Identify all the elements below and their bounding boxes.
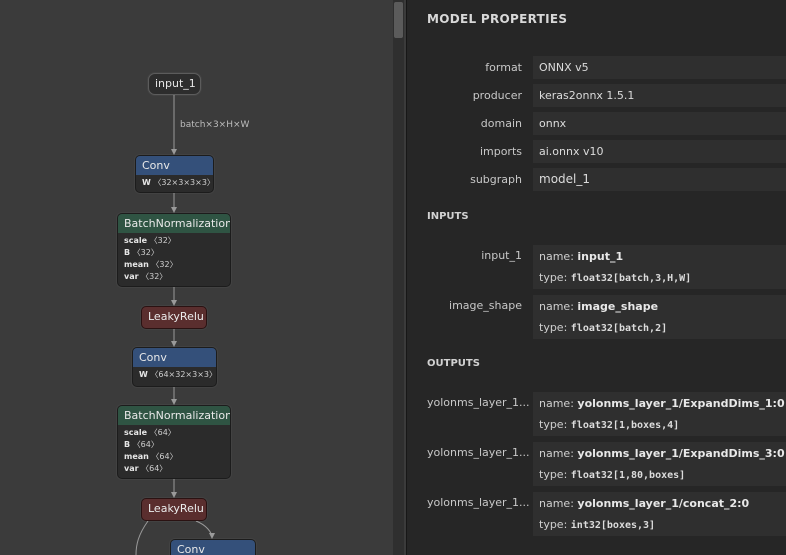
node-op-label: LeakyRelu	[148, 502, 204, 515]
node-op-label: Conv	[171, 540, 255, 555]
output-type-field[interactable]: type: float32[1,boxes,4]	[533, 413, 786, 436]
property-label-domain: domain	[480, 117, 522, 130]
property-label-producer: producer	[472, 89, 522, 102]
property-value-domain[interactable]: onnx	[533, 112, 786, 135]
panel-title: MODEL PROPERTIES	[427, 12, 568, 26]
conv-node-2[interactable]: Conv W 〈64×32×3×3〉	[132, 347, 217, 387]
output-type-field[interactable]: type: float32[1,80,boxes]	[533, 463, 786, 486]
output-name-field[interactable]: name: yolonms_layer_1/concat_2:0	[533, 492, 786, 515]
graph-input-node[interactable]: input_1	[148, 73, 201, 95]
graph-input-label: input_1	[155, 77, 196, 90]
input-label: input_1	[481, 249, 522, 262]
output-type-field[interactable]: type: int32[boxes,3]	[533, 513, 786, 536]
batchnorm-node[interactable]: BatchNormalization scale 〈32〉 B 〈32〉 mea…	[117, 213, 231, 287]
node-attrs: W 〈64×32×3×3〉	[139, 370, 217, 379]
input-name-field[interactable]: name: input_1	[533, 245, 786, 268]
batchnorm-node-2[interactable]: BatchNormalization scale 〈64〉 B 〈64〉 mea…	[117, 405, 231, 479]
leakyrelu-node-2[interactable]: LeakyRelu	[141, 498, 207, 521]
node-attrs: scale 〈64〉 B 〈64〉 mean 〈64〉 var 〈64〉	[124, 428, 178, 473]
node-op-label: BatchNormalization	[118, 214, 230, 233]
input-name-field[interactable]: name: image_shape	[533, 295, 786, 318]
output-label: yolonms_layer_1...	[427, 446, 530, 459]
graph-canvas[interactable]: input_1 batch×3×H×W Conv W 〈32×3×3×3〉 Ba…	[0, 0, 406, 555]
outputs-section-title: OUTPUTS	[427, 358, 480, 369]
property-value-format[interactable]: ONNX v5	[533, 56, 786, 79]
output-label: yolonms_layer_1...	[427, 396, 530, 409]
edge-relu-branch-left	[135, 520, 149, 555]
property-value-producer[interactable]: keras2onnx 1.5.1	[533, 84, 786, 107]
input-type-field[interactable]: type: float32[batch,3,H,W]	[533, 266, 786, 289]
property-label-format: format	[485, 61, 522, 74]
output-label: yolonms_layer_1...	[427, 496, 530, 509]
conv-node[interactable]: Conv W 〈32×3×3×3〉	[135, 155, 214, 193]
node-op-label: LeakyRelu	[148, 310, 204, 323]
model-properties-panel: MODEL PROPERTIES format ONNX v5 producer…	[406, 0, 786, 555]
node-op-label: Conv	[133, 348, 216, 367]
node-op-label: BatchNormalization	[118, 406, 230, 425]
property-value-imports[interactable]: ai.onnx v10	[533, 140, 786, 163]
input-label: image_shape	[449, 299, 522, 312]
output-name-field[interactable]: name: yolonms_layer_1/ExpandDims_1:0	[533, 392, 786, 415]
conv-node-3[interactable]: Conv	[170, 539, 256, 555]
node-op-label: Conv	[136, 156, 213, 175]
edge-relu-conv-3	[195, 520, 215, 539]
leakyrelu-node[interactable]: LeakyRelu	[141, 306, 207, 329]
scrollbar-thumb[interactable]	[394, 2, 403, 38]
property-value-subgraph[interactable]: model_1	[533, 168, 786, 191]
output-name-field[interactable]: name: yolonms_layer_1/ExpandDims_3:0	[533, 442, 786, 465]
node-attrs: W 〈32×3×3×3〉	[142, 178, 214, 187]
node-attrs: scale 〈32〉 B 〈32〉 mean 〈32〉 var 〈32〉	[124, 236, 178, 281]
property-label-subgraph: subgraph	[470, 173, 522, 186]
property-label-imports: imports	[479, 145, 522, 158]
edge-shape-label: batch×3×H×W	[180, 120, 250, 130]
input-type-field[interactable]: type: float32[batch,2]	[533, 316, 786, 339]
graph-scrollbar[interactable]	[393, 0, 404, 555]
inputs-section-title: INPUTS	[427, 211, 469, 222]
